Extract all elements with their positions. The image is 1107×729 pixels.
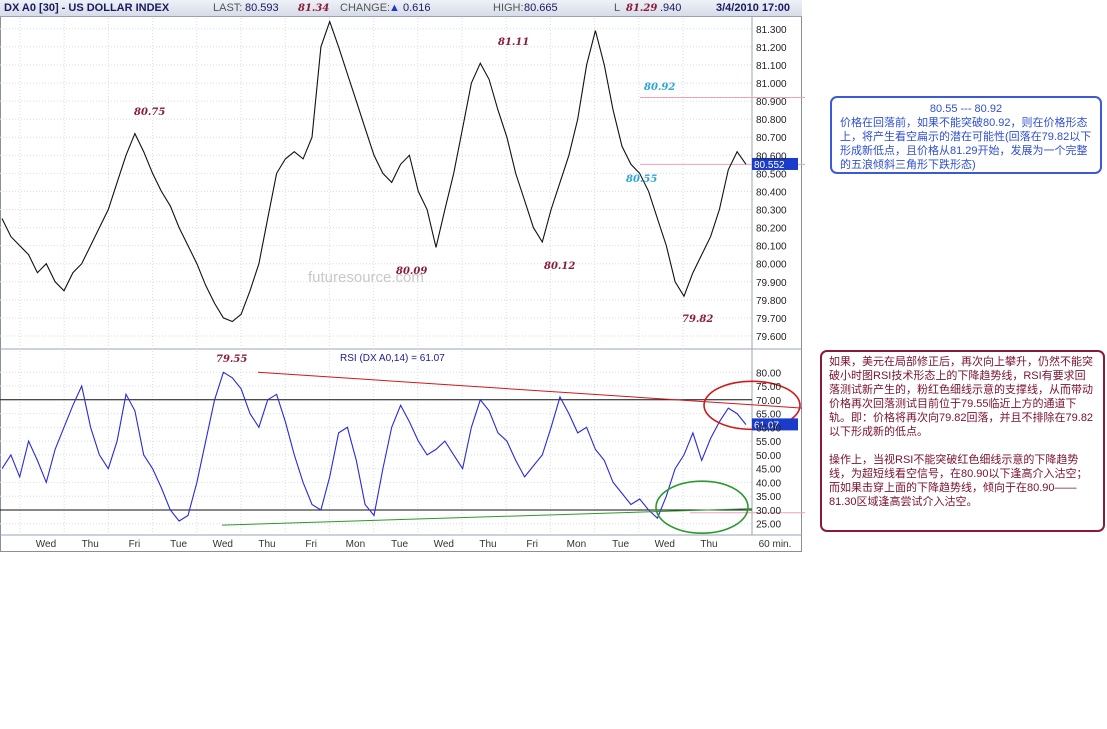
price-annotation: 81.34 bbox=[298, 3, 329, 14]
price-y-tick-label: 79.700 bbox=[756, 314, 787, 325]
x-tick-label: Thu bbox=[479, 539, 496, 550]
rsi-y-tick-label: 25.00 bbox=[756, 520, 781, 531]
x-tick-label: Wed bbox=[36, 539, 56, 550]
price-y-tick-label: 80.600 bbox=[756, 151, 787, 162]
red-note-para1: 如果，美元在局部修正后，再次向上攀升，仍然不能突破小时图RSI技术形态上的下降趋… bbox=[829, 356, 1094, 438]
price-annotation: 81.11 bbox=[498, 37, 529, 48]
x-tick-label: Fri bbox=[129, 539, 141, 550]
x-tick-label: Mon bbox=[567, 539, 586, 550]
price-annotation: 79.82 bbox=[682, 314, 713, 325]
x-tick-label: Mon bbox=[346, 539, 365, 550]
blue-note-body: 价格在回落前，如果不能突破80.92，则在价格形态上，将产生看空扁示的潜在可能性… bbox=[840, 117, 1092, 171]
rsi-y-tick-label: 40.00 bbox=[756, 478, 781, 489]
x-tick-label: Tue bbox=[391, 539, 408, 550]
watermark-text: futuresource.com bbox=[308, 269, 424, 286]
price-annotation: 80.12 bbox=[544, 261, 575, 272]
x-tick-label: Fri bbox=[305, 539, 317, 550]
price-y-tick-label: 80.000 bbox=[756, 260, 787, 271]
rsi-downtrend-line bbox=[257, 371, 803, 409]
price-y-tick-label: 81.200 bbox=[756, 43, 787, 54]
price-y-tick-label: 81.000 bbox=[756, 79, 787, 90]
x-tick-label: Wed bbox=[434, 539, 454, 550]
rsi-green-ellipse bbox=[655, 480, 749, 535]
price-y-tick-label: 80.700 bbox=[756, 133, 787, 144]
blue-note-heading: 80.55 --- 80.92 bbox=[929, 103, 1003, 115]
x-tick-label: Thu bbox=[258, 539, 275, 550]
price-y-tick-label: 80.300 bbox=[756, 206, 787, 217]
price-annotation: 80.55 bbox=[626, 174, 657, 185]
x-tick-label: Tue bbox=[612, 539, 629, 550]
price-y-tick-label: 81.100 bbox=[756, 61, 787, 72]
x-tick-label: Tue bbox=[170, 539, 187, 550]
rsi-y-tick-label: 45.00 bbox=[756, 465, 781, 476]
price-y-tick-label: 79.600 bbox=[756, 332, 787, 343]
x-tick-label: Fri bbox=[526, 539, 538, 550]
price-annotation: 79.55 bbox=[216, 354, 247, 365]
price-annotation: 80.75 bbox=[134, 107, 165, 118]
rsi-y-tick-label: 60.00 bbox=[756, 423, 781, 434]
rsi-y-tick-label: 30.00 bbox=[756, 506, 781, 517]
rsi-title: RSI (DX A0,14) = 61.07 bbox=[340, 353, 445, 364]
red-annotation-box: 如果，美元在局部修正后，再次向上攀升，仍然不能突破小时图RSI技术形态上的下降趋… bbox=[820, 350, 1105, 532]
x-tick-label: Wed bbox=[213, 539, 233, 550]
rsi-y-tick-label: 50.00 bbox=[756, 451, 781, 462]
rsi-y-tick-label: 70.00 bbox=[756, 396, 781, 407]
price-y-tick-label: 80.100 bbox=[756, 242, 787, 253]
price-annotation: 80.92 bbox=[644, 82, 675, 93]
price-y-tick-label: 79.900 bbox=[756, 278, 787, 289]
x-tick-label: Thu bbox=[82, 539, 99, 550]
price-y-tick-label: 81.300 bbox=[756, 25, 787, 36]
price-y-tick-label: 80.500 bbox=[756, 169, 787, 180]
price-y-tick-label: 80.800 bbox=[756, 115, 787, 126]
red-note-para2: 操作上，当视RSI不能突破红色细线示意的下降趋势线，为超短线看空信号，在80.9… bbox=[829, 454, 1088, 480]
price-y-tick-label: 80.900 bbox=[756, 97, 787, 108]
rsi-y-tick-label: 65.00 bbox=[756, 410, 781, 421]
rsi-y-tick-label: 35.00 bbox=[756, 492, 781, 503]
rsi-y-tick-label: 75.00 bbox=[756, 382, 781, 393]
rsi-y-tick-label: 55.00 bbox=[756, 437, 781, 448]
x-tick-label: Thu bbox=[700, 539, 717, 550]
price-annotation: 81.29 bbox=[626, 3, 657, 14]
red-note-para3: 而如果击穿上面的下降趋势线，倾向于在80.90——81.30区域逢高尝试介入沽空… bbox=[829, 482, 1077, 508]
x-tick-label: Wed bbox=[655, 539, 675, 550]
price-y-tick-label: 80.400 bbox=[756, 187, 787, 198]
blue-annotation-box: 80.55 --- 80.92 价格在回落前，如果不能突破80.92，则在价格形… bbox=[830, 96, 1102, 174]
x-unit-label: 60 min. bbox=[759, 539, 792, 550]
price-y-tick-label: 80.200 bbox=[756, 224, 787, 235]
rsi-y-tick-label: 80.00 bbox=[756, 368, 781, 379]
rsi-support-line bbox=[221, 508, 753, 526]
price-y-tick-label: 79.800 bbox=[756, 296, 787, 307]
